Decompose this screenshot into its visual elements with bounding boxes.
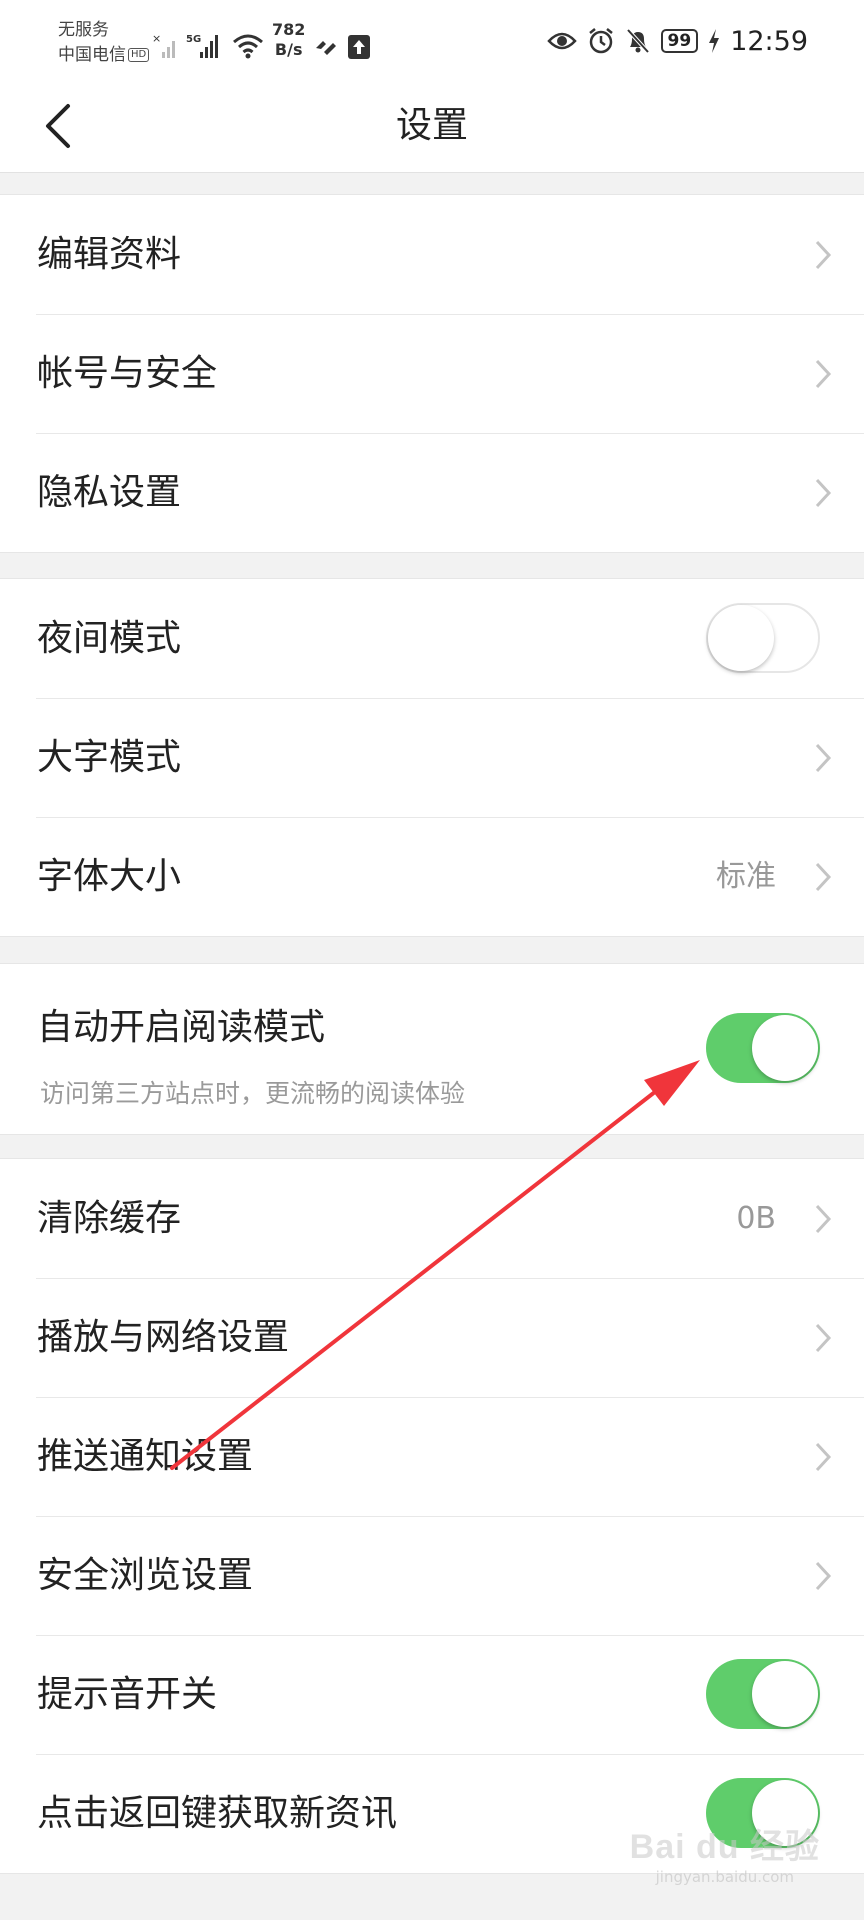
alarm-icon — [588, 28, 613, 54]
settings-row-auto-reading-mode: 自动开启阅读模式 访问第三方站点时，更流畅的阅读体验 — [0, 964, 864, 1134]
settings-row-sound-switch: 提示音开关 — [0, 1635, 864, 1754]
carrier-line-2: 中国电信 — [58, 45, 126, 65]
sound-toggle[interactable] — [706, 1659, 820, 1729]
speed-unit: B/s — [274, 40, 303, 59]
watermark-url: jingyan.baidu.com — [655, 1868, 795, 1886]
settings-row-clear-cache[interactable]: 清除缓存 0B — [0, 1159, 864, 1278]
wifi-icon — [233, 34, 263, 59]
settings-row-safe-browsing[interactable]: 安全浏览设置 — [0, 1516, 864, 1635]
row-label: 编辑资料 — [37, 234, 182, 275]
chevron-right-icon — [815, 478, 832, 508]
chevron-right-icon — [815, 743, 832, 773]
settings-group-general: 清除缓存 0B 播放与网络设置 推送通知设置 安全浏览设置 提示音开关 点击返回… — [0, 1158, 864, 1874]
row-label: 清除缓存 — [37, 1198, 182, 1239]
row-label: 推送通知设置 — [37, 1436, 254, 1477]
settings-row-night-mode: 夜间模式 — [0, 579, 864, 698]
row-label: 隐私设置 — [37, 472, 182, 513]
chevron-right-icon — [815, 1561, 832, 1591]
row-label: 帐号与安全 — [37, 353, 218, 394]
settings-row-privacy[interactable]: 隐私设置 — [0, 433, 864, 552]
charging-icon — [709, 29, 720, 53]
upload-icon — [348, 35, 371, 59]
speed-value: 782 — [272, 20, 306, 39]
cache-size-value: 0B — [736, 1201, 776, 1236]
settings-group-account: 编辑资料 帐号与安全 隐私设置 — [0, 194, 864, 553]
hd-badge: HD — [128, 48, 150, 62]
clock: 12:59 — [730, 25, 808, 57]
toggle-knob — [752, 1661, 818, 1727]
row-label: 自动开启阅读模式 — [37, 1007, 326, 1048]
settings-row-font-size[interactable]: 字体大小 标准 — [0, 817, 864, 936]
app-notification-icon — [316, 41, 337, 55]
row-label: 提示音开关 — [37, 1674, 218, 1715]
toggle-knob — [708, 605, 774, 671]
chevron-right-icon — [815, 240, 832, 270]
status-bar: 无服务 中国电信 HD × 5G 782 B/s 99 12:59 — [0, 0, 864, 80]
settings-row-large-text[interactable]: 大字模式 — [0, 698, 864, 817]
svg-text:×: × — [152, 32, 161, 45]
signal-no-service-icon: × — [152, 32, 175, 58]
row-label: 点击返回键获取新资讯 — [37, 1793, 398, 1834]
chevron-right-icon — [815, 1323, 832, 1353]
settings-group-reading: 自动开启阅读模式 访问第三方站点时，更流畅的阅读体验 — [0, 963, 864, 1135]
settings-row-edit-profile[interactable]: 编辑资料 — [0, 195, 864, 314]
watermark-logo: Bai du 经验 — [629, 1828, 820, 1866]
settings-row-playback-network[interactable]: 播放与网络设置 — [0, 1278, 864, 1397]
battery-indicator: 99 — [660, 29, 699, 53]
chevron-right-icon — [815, 862, 832, 892]
row-label: 夜间模式 — [37, 618, 182, 659]
nav-bar: 设置 — [0, 80, 864, 173]
page-title: 设置 — [395, 105, 468, 146]
night-mode-toggle[interactable] — [706, 603, 820, 673]
baidu-watermark: Bai du 经验 jingyan.baidu.com — [630, 1819, 820, 1886]
status-icons-left: × 5G 782 B/s — [152, 20, 371, 60]
chevron-right-icon — [815, 1204, 832, 1234]
eye-icon — [546, 32, 577, 50]
chevron-right-icon — [815, 1442, 832, 1472]
row-label: 字体大小 — [37, 856, 182, 897]
settings-group-display: 夜间模式 大字模式 字体大小 标准 — [0, 578, 864, 937]
toggle-knob — [752, 1015, 818, 1081]
carrier-line-1: 无服务 — [58, 20, 109, 40]
signal-5g-icon: 5G — [186, 34, 218, 58]
chevron-right-icon — [815, 359, 832, 389]
font-size-value: 标准 — [716, 859, 776, 894]
row-label: 播放与网络设置 — [37, 1317, 290, 1358]
auto-reading-mode-toggle[interactable] — [706, 1013, 820, 1083]
settings-row-account-security[interactable]: 帐号与安全 — [0, 314, 864, 433]
status-icons-right: 99 12:59 — [546, 24, 808, 58]
carrier-info: 无服务 中国电信 HD — [58, 18, 150, 68]
network-speed: 782 B/s — [272, 20, 305, 60]
row-subtitle: 访问第三方站点时，更流畅的阅读体验 — [40, 1079, 466, 1108]
settings-row-push-notifications[interactable]: 推送通知设置 — [0, 1397, 864, 1516]
row-label: 安全浏览设置 — [37, 1555, 254, 1596]
network-5g-label: 5G — [186, 34, 201, 45]
bell-muted-icon — [626, 28, 649, 54]
row-label: 大字模式 — [37, 737, 182, 778]
